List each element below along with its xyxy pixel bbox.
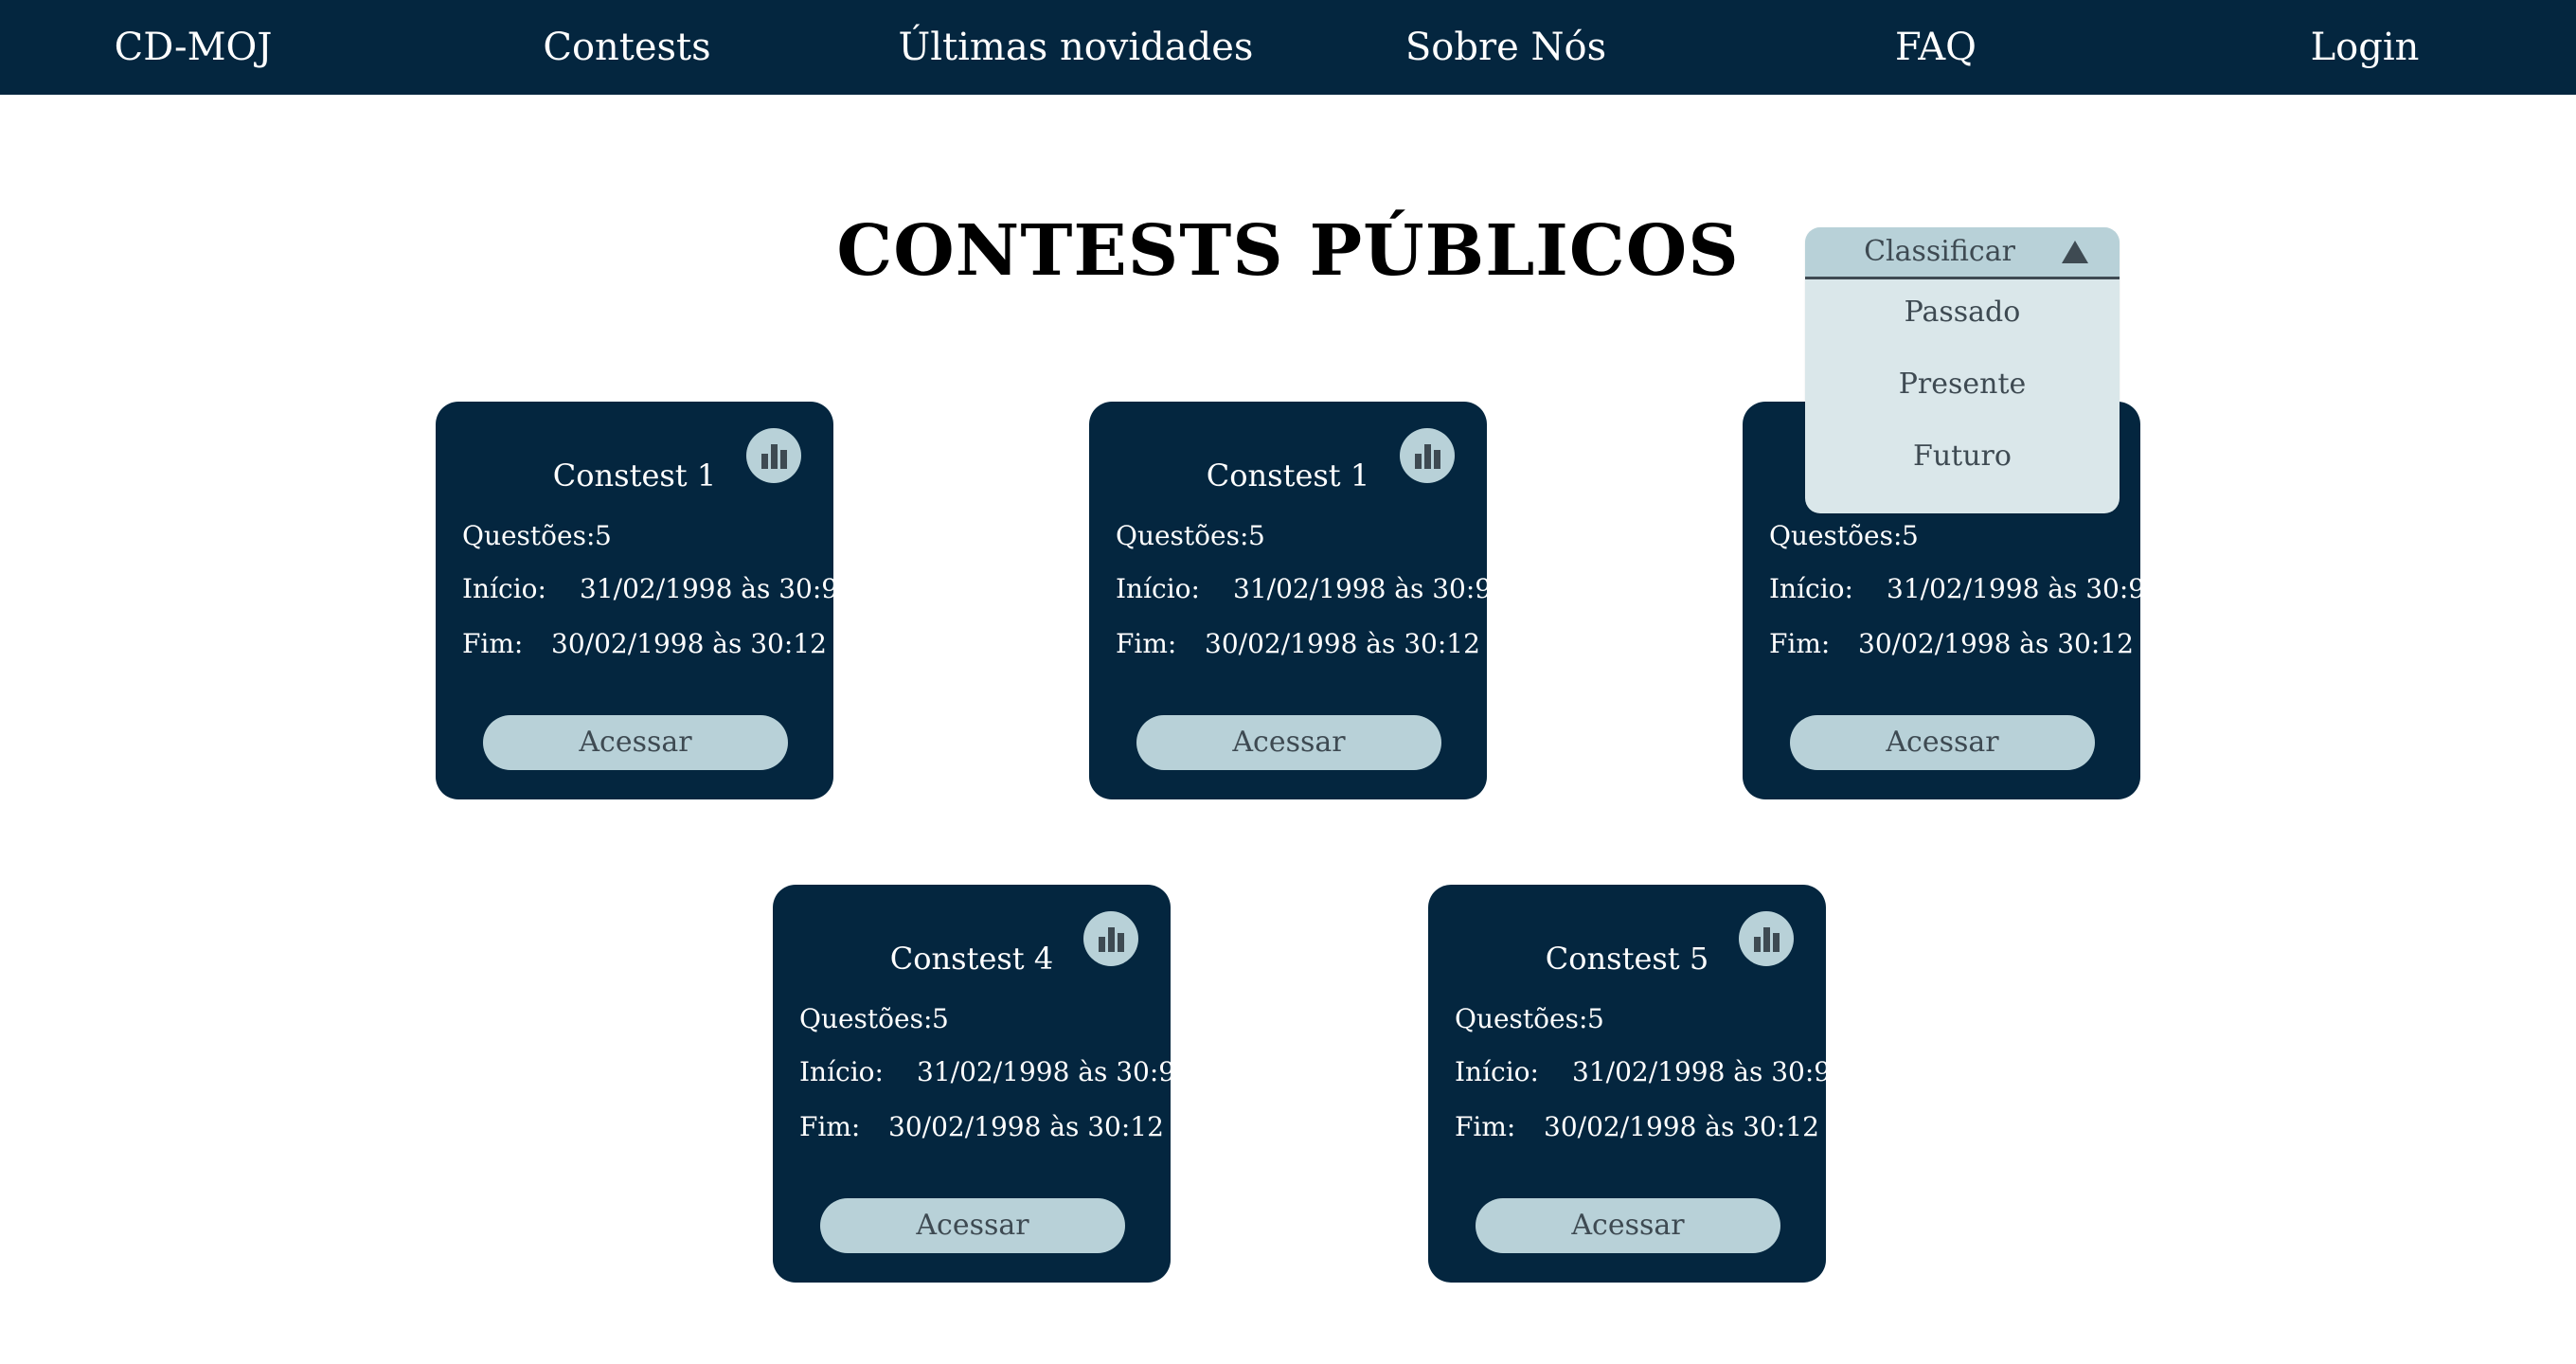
access-button[interactable]: Acessar bbox=[1476, 1198, 1780, 1253]
bar-chart-icon bbox=[761, 444, 787, 469]
start-row: Início: 31/02/1998 às 30:94 bbox=[1455, 1056, 1848, 1088]
nav-faq-link[interactable]: FAQ bbox=[1895, 0, 1977, 95]
end-label: Fim: bbox=[462, 628, 524, 659]
start-label: Início: bbox=[462, 573, 546, 604]
stats-button[interactable] bbox=[1400, 428, 1455, 483]
bar-chart-icon bbox=[1754, 927, 1780, 952]
end-row: Fim: 30/02/1998 às 30:12 bbox=[1455, 1111, 1819, 1143]
end-label: Fim: bbox=[1769, 628, 1831, 659]
contest-card: Constest 1 Questões:5 Início: 31/02/1998 … bbox=[1089, 402, 1509, 799]
caret-up-icon bbox=[2062, 241, 2088, 263]
start-value: 31/02/1998 às 30:94 bbox=[917, 1056, 1192, 1087]
start-label: Início: bbox=[1769, 573, 1853, 604]
questions-row: Questões:5 bbox=[462, 520, 612, 552]
end-row: Fim: 30/02/1998 às 30:12 bbox=[462, 628, 827, 660]
start-row: Início: 31/02/1998 às 30:94 bbox=[462, 573, 855, 605]
end-row: Fim: 30/02/1998 às 30:12 bbox=[1116, 628, 1480, 660]
start-row: Início: 31/02/1998 às 30:94 bbox=[1769, 573, 2162, 605]
start-row: Início: 31/02/1998 às 30:94 bbox=[1116, 573, 1509, 605]
nav-login-link[interactable]: Login bbox=[2311, 0, 2420, 95]
page-title: CONTESTS PÚBLICOS bbox=[836, 210, 1740, 292]
sort-option-futuro[interactable]: Futuro bbox=[1805, 421, 2120, 493]
questions-row: Questões:5 bbox=[799, 1003, 949, 1035]
bar-chart-icon bbox=[1415, 444, 1440, 469]
questions-label: Questões: bbox=[799, 1003, 933, 1034]
start-value: 31/02/1998 às 30:94 bbox=[1572, 1056, 1848, 1087]
start-value: 31/02/1998 às 30:94 bbox=[1233, 573, 1509, 604]
sort-option-presente[interactable]: Presente bbox=[1805, 349, 2120, 421]
start-label: Início: bbox=[1455, 1056, 1539, 1087]
top-navbar: CD-MOJ Contests Últimas novidades Sobre … bbox=[0, 0, 2576, 95]
sort-dropdown: Classificar Passado Presente Futuro bbox=[1805, 227, 2120, 513]
questions-label: Questões: bbox=[462, 520, 596, 551]
stats-button[interactable] bbox=[1083, 911, 1138, 966]
end-value: 30/02/1998 às 30:12 bbox=[888, 1111, 1164, 1142]
end-value: 30/02/1998 às 30:12 bbox=[1544, 1111, 1819, 1142]
end-value: 30/02/1998 às 30:12 bbox=[1205, 628, 1480, 659]
contest-card: Constest 4 Questões:5 Início: 31/02/1998 … bbox=[773, 885, 1192, 1283]
nav-contests-link[interactable]: Contests bbox=[543, 0, 710, 95]
contest-card: Constest 5 Questões:5 Início: 31/02/1998 … bbox=[1428, 885, 1848, 1283]
start-row: Início: 31/02/1998 às 30:94 bbox=[799, 1056, 1192, 1088]
sort-dropdown-toggle[interactable]: Classificar bbox=[1805, 227, 2120, 279]
end-row: Fim: 30/02/1998 às 30:12 bbox=[799, 1111, 1164, 1143]
end-label: Fim: bbox=[1455, 1111, 1516, 1142]
end-label: Fim: bbox=[1116, 628, 1177, 659]
questions-label: Questões: bbox=[1769, 520, 1903, 551]
access-button[interactable]: Acessar bbox=[1790, 715, 2095, 770]
end-value: 30/02/1998 às 30:12 bbox=[1858, 628, 2134, 659]
start-value: 31/02/1998 às 30:94 bbox=[1887, 573, 2162, 604]
questions-value: 5 bbox=[1902, 520, 1919, 551]
stats-button[interactable] bbox=[1739, 911, 1794, 966]
sort-option-passado[interactable]: Passado bbox=[1805, 277, 2120, 349]
end-value: 30/02/1998 às 30:12 bbox=[551, 628, 827, 659]
start-value: 31/02/1998 às 30:94 bbox=[580, 573, 855, 604]
nav-brand-link[interactable]: CD-MOJ bbox=[115, 0, 273, 95]
end-label: Fim: bbox=[799, 1111, 861, 1142]
end-row: Fim: 30/02/1998 às 30:12 bbox=[1769, 628, 2134, 660]
questions-row: Questões:5 bbox=[1769, 520, 1919, 552]
start-label: Início: bbox=[799, 1056, 884, 1087]
questions-value: 5 bbox=[1248, 520, 1265, 551]
contest-card: Constest 1 Questões:5 Início: 31/02/1998 … bbox=[436, 402, 855, 799]
sort-dropdown-label: Classificar bbox=[1864, 235, 2015, 268]
questions-value: 5 bbox=[595, 520, 612, 551]
questions-label: Questões: bbox=[1455, 1003, 1588, 1034]
bar-chart-icon bbox=[1099, 927, 1124, 952]
access-button[interactable]: Acessar bbox=[820, 1198, 1125, 1253]
questions-row: Questões:5 bbox=[1455, 1003, 1604, 1035]
questions-row: Questões:5 bbox=[1116, 520, 1265, 552]
nav-news-link[interactable]: Últimas novidades bbox=[899, 0, 1254, 95]
stats-button[interactable] bbox=[746, 428, 801, 483]
access-button[interactable]: Acessar bbox=[483, 715, 788, 770]
questions-label: Questões: bbox=[1116, 520, 1249, 551]
questions-value: 5 bbox=[932, 1003, 949, 1034]
access-button[interactable]: Acessar bbox=[1136, 715, 1441, 770]
nav-about-link[interactable]: Sobre Nós bbox=[1405, 0, 1606, 95]
start-label: Início: bbox=[1116, 573, 1200, 604]
questions-value: 5 bbox=[1587, 1003, 1604, 1034]
